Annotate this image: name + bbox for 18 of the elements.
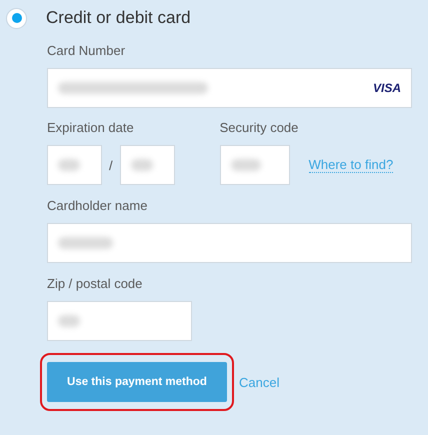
field-label: Cardholder name (47, 198, 148, 214)
field-label: Security code (220, 120, 300, 136)
date-separator: / (109, 158, 113, 172)
field-label: Expiration date (47, 120, 135, 136)
security-code-field[interactable] (220, 145, 290, 185)
help-link[interactable]: Where to find? (308, 157, 394, 173)
field-label: Card Number (47, 43, 126, 59)
card-brand-logo: VISA (372, 81, 401, 95)
radio-button[interactable] (6, 8, 27, 28)
field-label: Zip / postal code (47, 276, 144, 292)
submit-button[interactable]: Use this payment method (47, 362, 227, 402)
cardholder-name-field[interactable] (47, 223, 412, 263)
option-label: Credit or debit card (46, 8, 191, 28)
cancel-link[interactable]: Cancel (239, 374, 280, 390)
month-field[interactable] (47, 145, 102, 185)
postal-code-field[interactable] (47, 301, 192, 341)
year-field[interactable] (120, 145, 175, 185)
card-number-field[interactable]: VISA (47, 68, 412, 108)
